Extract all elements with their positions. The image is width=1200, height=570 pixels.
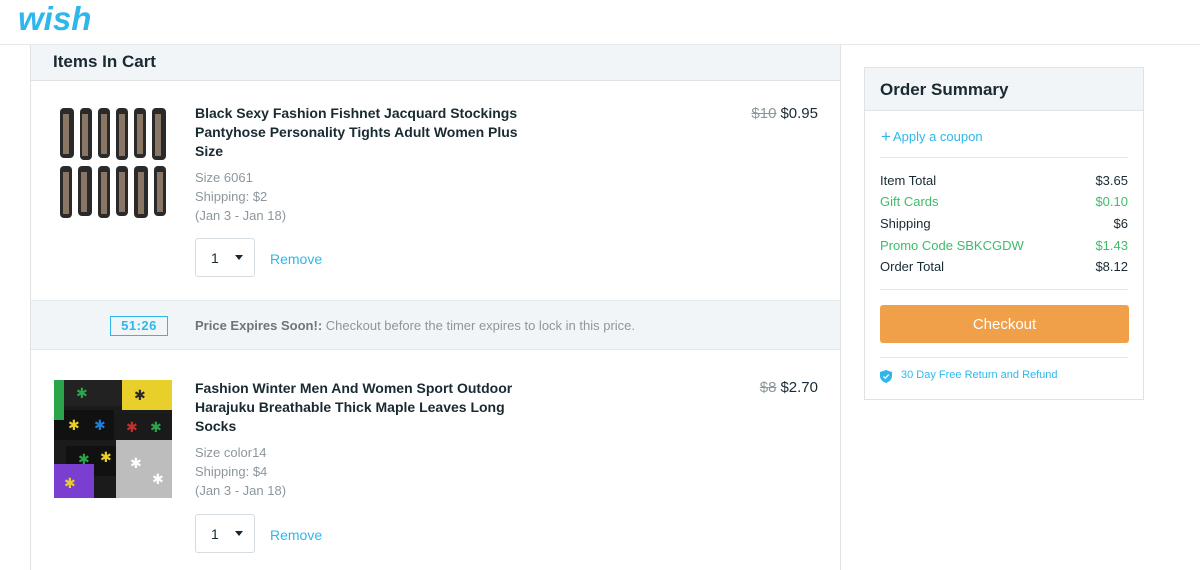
remove-item-link[interactable]: Remove <box>270 527 322 543</box>
svg-text:✱: ✱ <box>78 452 90 468</box>
item-shipping: Shipping: $4 <box>195 464 268 479</box>
return-guarantee-text: 30 Day Free Return and Refund <box>901 369 1058 381</box>
summary-row-shipping: Shipping $6 <box>880 216 1128 234</box>
item-sale-price: $2.70 <box>780 379 818 396</box>
item-sale-price: $0.95 <box>780 105 818 122</box>
cart-panel: Items In Cart Black Sexy Fashion Fishnet… <box>30 45 841 570</box>
quantity-value: 1 <box>211 526 219 542</box>
wish-logo-icon: wish <box>18 0 91 37</box>
summary-label: Item Total <box>880 173 937 188</box>
quantity-dropdown[interactable]: 1 <box>195 514 255 553</box>
item-price: $10 $0.95 <box>751 105 818 122</box>
item-size: Size color14 <box>195 445 267 460</box>
order-summary-panel: Order Summary + Apply a coupon Item Total… <box>864 67 1144 400</box>
summary-amount: $3.65 <box>1095 173 1128 188</box>
summary-row-item-total: Item Total $3.65 <box>880 173 1128 191</box>
summary-label: Shipping <box>880 216 931 231</box>
remove-item-link[interactable]: Remove <box>270 251 322 267</box>
countdown-timer: 51:26 <box>110 316 168 336</box>
checkout-button[interactable]: Checkout <box>880 305 1129 343</box>
svg-text:✱: ✱ <box>76 386 88 402</box>
wish-logo[interactable]: wish <box>18 0 102 38</box>
summary-label: Order Total <box>880 259 945 274</box>
stockings-image-icon <box>54 104 172 222</box>
order-summary-heading: Order Summary <box>880 80 1009 99</box>
shield-icon <box>880 370 892 383</box>
svg-text:✱: ✱ <box>100 450 112 466</box>
plus-icon: + <box>881 127 891 146</box>
divider <box>880 357 1128 358</box>
summary-row-order-total: Order Total $8.12 <box>880 259 1128 277</box>
item-delivery-window: (Jan 3 - Jan 18) <box>195 483 287 498</box>
summary-amount: $0.10 <box>1095 194 1128 209</box>
svg-text:✱: ✱ <box>64 476 76 492</box>
item-delivery-window: (Jan 3 - Jan 18) <box>195 208 287 223</box>
price-timer-bar: 51:26 Price Expires Soon!: Checkout befo… <box>31 300 840 350</box>
cart-header: Items In Cart <box>31 45 840 81</box>
apply-coupon-label: Apply a coupon <box>892 129 983 144</box>
item-price: $8 $2.70 <box>760 379 818 396</box>
summary-amount: $1.43 <box>1095 238 1128 253</box>
summary-row-gift-cards: Gift Cards $0.10 <box>880 194 1128 212</box>
quantity-value: 1 <box>211 250 219 266</box>
summary-amount: $6 <box>1113 216 1128 231</box>
timer-message: Price Expires Soon!: Checkout before the… <box>195 318 635 333</box>
item-size: Size 6061 <box>195 170 253 185</box>
item-original-price: $10 <box>751 105 777 122</box>
svg-text:✱: ✱ <box>150 420 162 436</box>
item-title[interactable]: Fashion Winter Men And Women Sport Outdo… <box>195 379 535 436</box>
timer-message-text: Checkout before the timer expires to loc… <box>322 318 636 333</box>
summary-row-promo-code: Promo Code SBKCGDW $1.43 <box>880 238 1128 256</box>
svg-text:✱: ✱ <box>152 472 164 488</box>
caret-down-icon <box>235 255 243 260</box>
cart-item: Black Sexy Fashion Fishnet Jacquard Stoc… <box>31 81 840 300</box>
divider <box>880 157 1128 158</box>
caret-down-icon <box>235 531 243 536</box>
divider <box>880 289 1128 290</box>
top-bar: wish <box>0 0 1200 45</box>
apply-coupon-link[interactable]: + Apply a coupon <box>881 126 983 146</box>
svg-text:✱: ✱ <box>130 456 142 472</box>
socks-image-icon: ✱ ✱ ✱ ✱ ✱ ✱ ✱ ✱ ✱ ✱ ✱ <box>54 380 172 498</box>
item-title[interactable]: Black Sexy Fashion Fishnet Jacquard Stoc… <box>195 104 535 161</box>
summary-label: Promo Code SBKCGDW <box>880 238 1024 253</box>
summary-label: Gift Cards <box>880 194 939 209</box>
order-summary-header: Order Summary <box>865 68 1143 111</box>
svg-text:wish: wish <box>18 2 91 37</box>
item-shipping: Shipping: $2 <box>195 189 268 204</box>
summary-amount: $8.12 <box>1095 259 1128 274</box>
svg-text:✱: ✱ <box>126 420 138 436</box>
quantity-dropdown[interactable]: 1 <box>195 238 255 277</box>
socks-product-image[interactable]: ✱ ✱ ✱ ✱ ✱ ✱ ✱ ✱ ✱ ✱ ✱ <box>54 380 172 498</box>
svg-text:✱: ✱ <box>134 388 146 404</box>
timer-label: Price Expires Soon!: <box>195 318 323 333</box>
cart-item: ✱ ✱ ✱ ✱ ✱ ✱ ✱ ✱ ✱ ✱ ✱ Fashion Winter Men… <box>31 355 840 570</box>
svg-text:✱: ✱ <box>94 418 106 434</box>
svg-text:✱: ✱ <box>68 418 80 434</box>
cart-heading: Items In Cart <box>53 52 156 71</box>
stockings-product-image[interactable] <box>54 104 172 222</box>
item-original-price: $8 <box>759 379 777 396</box>
